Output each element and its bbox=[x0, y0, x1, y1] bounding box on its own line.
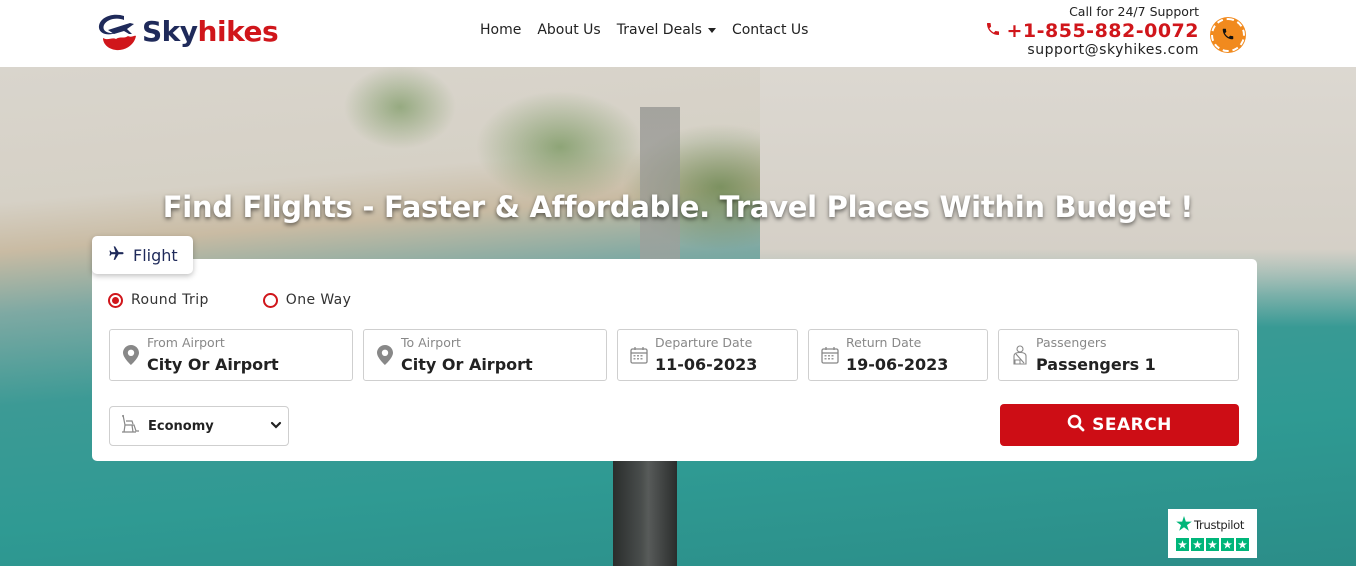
phone-icon bbox=[985, 20, 1001, 42]
search-button-label: SEARCH bbox=[1092, 415, 1172, 435]
seat-icon bbox=[120, 414, 142, 438]
passengers-label: Passengers bbox=[1036, 335, 1107, 350]
to-airport-label: To Airport bbox=[401, 335, 461, 350]
rating-star-icon bbox=[1206, 538, 1219, 551]
nav-about-us[interactable]: About Us bbox=[537, 22, 600, 38]
calendar-icon bbox=[821, 344, 839, 366]
return-date-label: Return Date bbox=[846, 335, 922, 350]
radio-one-way-label: One Way bbox=[285, 292, 352, 308]
map-pin-icon bbox=[376, 344, 394, 366]
departure-date-field[interactable]: Departure Date 11-06-2023 bbox=[617, 329, 798, 381]
logo-text: Skyhikes bbox=[142, 14, 279, 48]
logo-text-hikes: hikes bbox=[197, 14, 279, 48]
support-phone: +1-855-882-0072 bbox=[1006, 20, 1199, 42]
logo-text-sky: Sky bbox=[142, 14, 198, 48]
trustpilot-star-icon bbox=[1176, 516, 1192, 534]
trustpilot-header: Trustpilot bbox=[1176, 516, 1249, 534]
main-nav: Home About Us Travel Deals Contact Us bbox=[480, 22, 808, 38]
logo-icon bbox=[94, 8, 140, 54]
cabin-class-select[interactable]: Economy bbox=[109, 406, 289, 446]
trip-type-group: Round Trip One Way bbox=[108, 292, 351, 308]
from-airport-field[interactable]: From Airport City Or Airport bbox=[109, 329, 353, 381]
site-header: Skyhikes Home About Us Travel Deals Cont… bbox=[0, 0, 1356, 67]
tab-flight-label: Flight bbox=[133, 245, 178, 265]
rating-star-icon bbox=[1176, 538, 1189, 551]
nav-travel-deals-label: Travel Deals bbox=[616, 22, 702, 38]
passenger-icon bbox=[1011, 344, 1029, 366]
nav-travel-deals[interactable]: Travel Deals bbox=[617, 22, 716, 38]
chevron-down-icon bbox=[270, 419, 282, 435]
trustpilot-badge[interactable]: Trustpilot bbox=[1168, 509, 1257, 558]
trustpilot-label: Trustpilot bbox=[1194, 518, 1245, 532]
hero-title: Find Flights - Faster & Affordable. Trav… bbox=[162, 190, 1194, 224]
to-airport-field[interactable]: To Airport City Or Airport bbox=[363, 329, 607, 381]
airplane-icon bbox=[108, 245, 125, 266]
caret-down-icon bbox=[707, 27, 716, 33]
radio-unchecked-icon[interactable] bbox=[262, 292, 278, 308]
rating-star-icon bbox=[1221, 538, 1234, 551]
tab-flight[interactable]: Flight bbox=[92, 236, 193, 274]
to-airport-value[interactable]: City Or Airport bbox=[401, 355, 533, 374]
nav-home[interactable]: Home bbox=[480, 22, 521, 38]
support-label: Call for 24/7 Support bbox=[1069, 4, 1199, 19]
nav-home-label: Home bbox=[480, 22, 522, 38]
departure-date-value[interactable]: 11-06-2023 bbox=[655, 355, 757, 374]
search-button[interactable]: SEARCH bbox=[1000, 404, 1239, 446]
radio-round-trip[interactable]: Round Trip bbox=[108, 292, 209, 308]
map-pin-icon bbox=[122, 344, 140, 366]
passengers-value[interactable]: Passengers 1 bbox=[1036, 355, 1156, 374]
departure-date-label: Departure Date bbox=[655, 335, 753, 350]
return-date-field[interactable]: Return Date 19-06-2023 bbox=[808, 329, 988, 381]
hero-background-jetty bbox=[613, 457, 677, 566]
logo[interactable]: Skyhikes bbox=[94, 8, 279, 54]
passengers-field[interactable]: Passengers Passengers 1 bbox=[998, 329, 1239, 381]
from-airport-label: From Airport bbox=[147, 335, 225, 350]
radio-checked-icon[interactable] bbox=[108, 292, 123, 308]
search-icon bbox=[1067, 414, 1085, 437]
cabin-class-value: Economy bbox=[148, 418, 214, 434]
calendar-icon bbox=[630, 344, 648, 366]
return-date-value[interactable]: 19-06-2023 bbox=[846, 355, 948, 374]
radio-round-trip-label: Round Trip bbox=[131, 292, 209, 308]
from-airport-value[interactable]: City Or Airport bbox=[147, 355, 279, 374]
support-phone-link[interactable]: +1-855-882-0072 bbox=[985, 20, 1200, 42]
radio-one-way[interactable]: One Way bbox=[262, 292, 352, 308]
support-info: Call for 24/7 Support +1-855-882-0072 su… bbox=[985, 4, 1200, 58]
nav-contact-us[interactable]: Contact Us bbox=[732, 22, 808, 38]
nav-contact-us-label: Contact Us bbox=[731, 22, 809, 38]
rating-star-icon bbox=[1236, 538, 1249, 551]
trustpilot-rating bbox=[1176, 538, 1249, 551]
call-button[interactable] bbox=[1211, 18, 1245, 52]
phone-icon bbox=[1221, 26, 1235, 45]
nav-about-us-label: About Us bbox=[537, 22, 601, 38]
rating-star-icon bbox=[1191, 538, 1204, 551]
support-email-link[interactable]: support@skyhikes.com bbox=[985, 42, 1200, 58]
